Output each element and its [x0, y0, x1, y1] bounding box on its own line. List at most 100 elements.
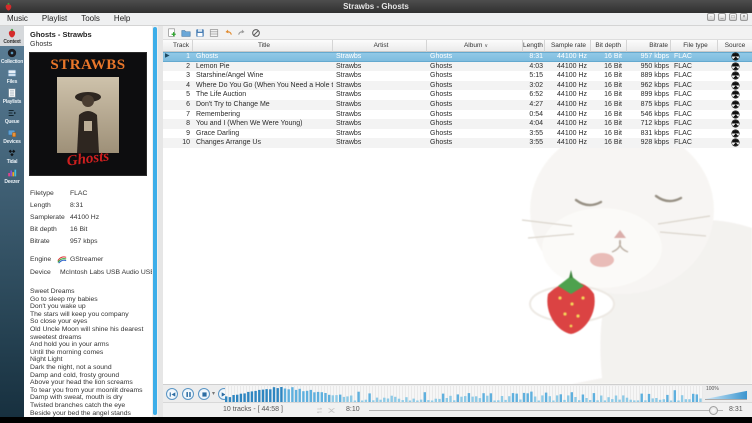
- cell-bit_depth: 16 Bit: [604, 130, 622, 137]
- sidebar-item-tidal[interactable]: Tidal: [0, 146, 24, 166]
- load-playlist-button[interactable]: [180, 27, 191, 38]
- source-collection-icon: [732, 91, 739, 98]
- track-row[interactable]: 5The Life AuctionStrawbsGhosts6:5244100 …: [163, 90, 752, 100]
- column-header-source[interactable]: Source: [718, 40, 752, 52]
- stop-options-chevron-icon[interactable]: ▾: [212, 390, 215, 397]
- shuffle-icon[interactable]: [327, 406, 336, 415]
- undo-button[interactable]: [222, 27, 233, 38]
- sidebar-item-files[interactable]: Files: [0, 66, 24, 86]
- cell-length: 8:31: [529, 53, 543, 60]
- window-title: Strawbs - Ghosts: [0, 0, 752, 13]
- source-collection-icon: [732, 53, 739, 60]
- stop-button[interactable]: [198, 388, 210, 400]
- menu-music[interactable]: Music: [0, 13, 35, 25]
- cell-artist: Strawbs: [336, 53, 361, 60]
- column-header-album[interactable]: Album∨: [427, 40, 523, 52]
- maximize-button[interactable]: □: [729, 13, 737, 21]
- cell-title: The Life Auction: [196, 91, 246, 98]
- column-header-track[interactable]: Track: [163, 40, 193, 52]
- cell-sample_rate: 44100 Hz: [557, 111, 587, 118]
- tidal-logo-icon: [7, 148, 17, 158]
- column-header-length[interactable]: Length: [523, 40, 545, 52]
- track-row[interactable]: ▶1GhostsStrawbsGhosts8:3144100 Hz16 Bit9…: [163, 52, 752, 62]
- cell-album: Ghosts: [430, 120, 452, 127]
- close-button[interactable]: ×: [740, 13, 748, 21]
- pause-button[interactable]: [182, 388, 194, 400]
- save-playlist-button[interactable]: [194, 27, 205, 38]
- track-row[interactable]: 6Don't Try to Change MeStrawbsGhosts4:27…: [163, 100, 752, 110]
- sidebar-item-collection[interactable]: Collection: [0, 46, 24, 66]
- clear-playlist-button[interactable]: [250, 27, 261, 38]
- menu-playlist[interactable]: Playlist: [35, 13, 74, 25]
- waveform-seekbar[interactable]: [225, 386, 703, 402]
- seek-slider[interactable]: [369, 410, 723, 411]
- cell-file_type: FLAC: [674, 139, 692, 146]
- track-row[interactable]: 7RememberingStrawbsGhosts0:5444100 Hz16 …: [163, 110, 752, 120]
- queue-list-icon: [7, 108, 17, 118]
- track-row[interactable]: 2Lemon PieStrawbsGhosts4:0344100 Hz16 Bi…: [163, 62, 752, 72]
- playlist-paper-icon: [7, 88, 17, 98]
- column-header-title[interactable]: Title: [193, 40, 333, 52]
- cell-bit_depth: 16 Bit: [604, 139, 622, 146]
- cell-sample_rate: 44100 Hz: [557, 72, 587, 79]
- sidebar-item-devices[interactable]: Devices: [0, 126, 24, 146]
- playlist-header: Track Title Artist Album∨ Length Sample …: [163, 40, 752, 52]
- column-header-bitrate[interactable]: Bitrate: [627, 40, 671, 52]
- new-playlist-button[interactable]: [166, 27, 177, 38]
- shade-button[interactable]: ·: [707, 13, 715, 21]
- device-row: Device Mc McIntosh Labs USB Audio USB Au: [30, 267, 152, 278]
- track-row[interactable]: 9Grace DarlingStrawbsGhosts3:5544100 Hz1…: [163, 129, 752, 139]
- album-art[interactable]: STRAWBS Ghosts: [29, 52, 147, 176]
- titlebar[interactable]: Strawbs - Ghosts: [0, 0, 752, 13]
- track-row[interactable]: 8You and I (When We Were Young)StrawbsGh…: [163, 119, 752, 129]
- menu-tools[interactable]: Tools: [74, 13, 107, 25]
- sidebar-item-queue[interactable]: Queue: [0, 106, 24, 126]
- cell-bit_depth: 16 Bit: [604, 91, 622, 98]
- clear-circle-icon: [251, 28, 261, 38]
- status-bar: 10 tracks - [ 44:58 ] 8:10 8:31: [163, 402, 752, 417]
- panel-scrollbar-thumb[interactable]: [153, 27, 157, 415]
- track-row[interactable]: 10Changes Arrange UsStrawbsGhosts3:55441…: [163, 138, 752, 148]
- pause-icon: [185, 391, 192, 398]
- cell-bitrate: 957 kbps: [641, 53, 669, 60]
- menu-help[interactable]: Help: [107, 13, 137, 25]
- cell-bit_depth: 16 Bit: [604, 120, 622, 127]
- repeat-icon[interactable]: [315, 406, 324, 415]
- column-header-artist[interactable]: Artist: [333, 40, 427, 52]
- track-row[interactable]: 4Where Do You Go (When You Need a Hole t…: [163, 81, 752, 91]
- column-header-filetype[interactable]: File type: [671, 40, 718, 52]
- source-collection-icon: [732, 63, 739, 70]
- cell-num: 6: [186, 101, 190, 108]
- redo-arrow-icon: [237, 28, 247, 38]
- redo-button[interactable]: [236, 27, 247, 38]
- playlist-rows: ▶1GhostsStrawbsGhosts8:3144100 Hz16 Bit9…: [163, 52, 752, 148]
- sidebar-item-playlists[interactable]: Playlists: [0, 86, 24, 106]
- column-header-bitdepth[interactable]: Bit depth: [591, 40, 627, 52]
- cell-num: 8: [186, 120, 190, 127]
- cell-length: 3:55: [529, 139, 543, 146]
- volume-slider[interactable]: 100%: [705, 388, 747, 400]
- open-folder-icon: [181, 28, 191, 38]
- track-row[interactable]: 3Starshine/Angel WineStrawbsGhosts5:1544…: [163, 71, 752, 81]
- sidebar-item-context[interactable]: Context: [0, 26, 24, 46]
- vinyl-disc-icon: [7, 48, 17, 58]
- cell-album: Ghosts: [430, 139, 452, 146]
- cell-bitrate: 546 kbps: [641, 111, 669, 118]
- source-collection-icon: [732, 82, 739, 89]
- seek-slider-handle[interactable]: [709, 406, 718, 415]
- cell-title: Changes Arrange Us: [196, 139, 261, 146]
- cell-artist: Strawbs: [336, 111, 361, 118]
- cell-bitrate: 928 kbps: [641, 139, 669, 146]
- playing-indicator-icon: ▶: [165, 52, 170, 62]
- cell-bit_depth: 16 Bit: [604, 82, 622, 89]
- cell-album: Ghosts: [430, 130, 452, 137]
- cell-bitrate: 875 kbps: [641, 101, 669, 108]
- total-time: 8:31: [729, 406, 743, 413]
- previous-button[interactable]: [166, 388, 178, 400]
- minimize-button[interactable]: _: [718, 13, 726, 21]
- meta-bitrate: Bitrate957 kbps: [30, 238, 150, 245]
- column-header-samplerate[interactable]: Sample rate: [545, 40, 591, 52]
- playlist-settings-button[interactable]: [208, 27, 219, 38]
- cell-length: 3:55: [529, 130, 543, 137]
- sidebar-item-deezer[interactable]: Deezer: [0, 166, 24, 186]
